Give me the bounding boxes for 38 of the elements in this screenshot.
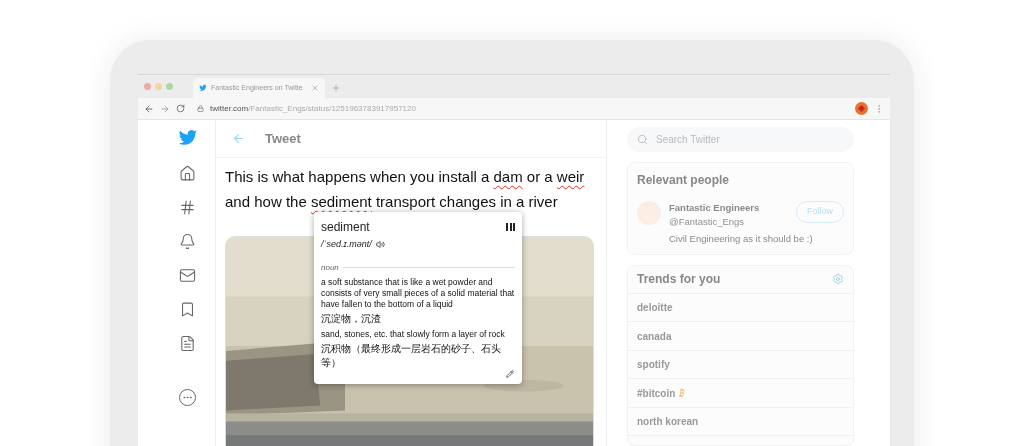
trend-item[interactable]: spotify	[637, 357, 670, 372]
person-name[interactable]: Fantastic Engineers	[669, 201, 760, 216]
forward-icon[interactable]	[160, 103, 170, 114]
translation-text: 沉淀物，沉渣	[321, 311, 382, 326]
trend-item[interactable]: deloitte	[637, 300, 673, 315]
person-bio: Civil Engineering as it should be :)	[669, 231, 814, 246]
definition-text: a soft substance that is like a wet powder and consists of very small pieces of a solid material that have fallen to the bottom of a liquid	[321, 276, 515, 310]
trend-item[interactable]: canada	[637, 328, 672, 344]
bird-logo-icon[interactable]	[199, 84, 207, 92]
definition-text: sand, stones, etc. that slowly form a layer of rock	[321, 328, 506, 340]
word-title: sediment	[321, 219, 370, 236]
trend-item[interactable]: #bitcoin	[637, 385, 676, 401]
lock-icon	[197, 105, 204, 112]
home-icon[interactable]	[179, 165, 196, 182]
list-icon[interactable]	[179, 335, 196, 352]
part-of-speech: noun	[321, 261, 339, 274]
notifications-icon[interactable]	[179, 233, 196, 250]
person-handle: @Fantastic_Engs	[669, 215, 746, 230]
speaker-icon[interactable]	[375, 240, 385, 250]
bookmark-icon[interactable]	[179, 301, 196, 318]
hashtag-icon[interactable]	[179, 199, 196, 216]
card-title: Relevant people	[637, 172, 731, 189]
search-field[interactable]: Search Twitter	[627, 127, 854, 152]
card-title: Trends for you	[637, 271, 721, 289]
tweet-text: This is what happens when you install a dam or a weir and how the sediment transport changes in a river	[225, 167, 586, 212]
translation-text: 沉积物（最终形成一层岩石的砂子、石头等）	[321, 341, 502, 370]
bird-logo-icon[interactable]	[177, 128, 198, 148]
search-icon	[637, 134, 648, 145]
reload-icon[interactable]	[176, 104, 185, 113]
pronunciation: /ˈsed.ɪ.mənt/	[321, 238, 372, 251]
extension-icon[interactable]	[855, 102, 868, 115]
page-title: Tweet	[265, 129, 301, 148]
trend-item[interactable]: north korean	[637, 414, 699, 429]
mail-icon[interactable]	[179, 267, 196, 284]
back-icon[interactable]	[144, 103, 154, 114]
menu-icon[interactable]	[506, 223, 515, 231]
close-icon[interactable]	[311, 84, 319, 92]
edit-icon[interactable]	[506, 369, 514, 378]
